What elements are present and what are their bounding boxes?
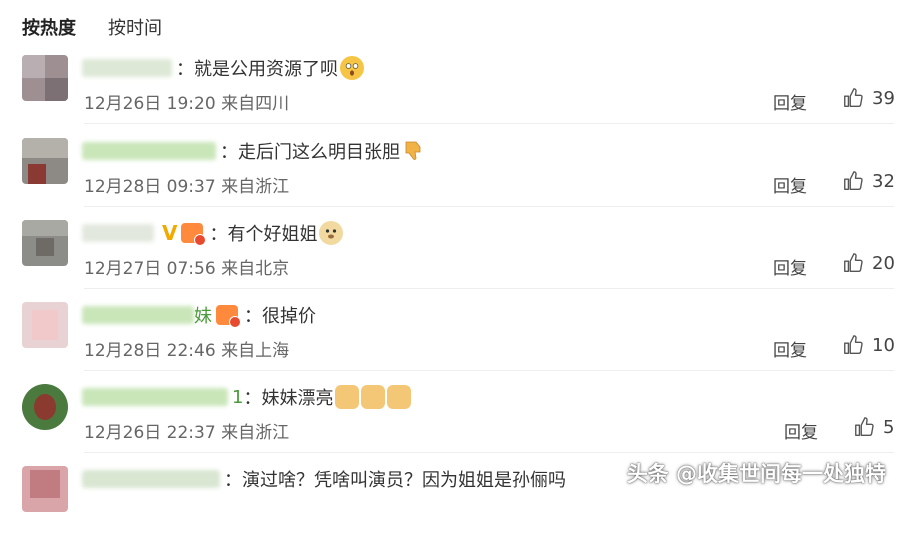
username-blurred[interactable] (82, 59, 172, 77)
username-visible-part[interactable]: 1 (232, 387, 243, 408)
divider (84, 370, 894, 371)
comment-meta: 12月26日 22:37 来自浙江 (84, 418, 289, 443)
comment-text: ：演过啥？凭啥叫演员？因为姐姐是孙俪吗 (224, 470, 566, 491)
fan-medal-icon (216, 305, 241, 328)
comment-location: 来自北京 (221, 259, 290, 279)
divider (84, 123, 894, 124)
comment-item: ：就是公用资源了呗 12月26日 19:20 来自四川 回复 39 (0, 55, 904, 137)
comment-meta: 12月28日 09:37 来自浙江 (84, 172, 289, 197)
comment-location: 来自上海 (221, 341, 290, 361)
thumbs-down-icon (402, 139, 426, 163)
thumbs-up-emoji-icon (387, 385, 412, 409)
comment-text-line: ：走后门这么明目张胆 (220, 138, 426, 164)
avatar[interactable] (22, 220, 68, 266)
comment-text: ：很掉价 (244, 306, 316, 327)
comment-text-line: ：就是公用资源了呗 (176, 55, 364, 81)
like-button[interactable]: 5 (853, 416, 894, 438)
like-button[interactable]: 32 (842, 170, 895, 192)
username-blurred[interactable] (82, 142, 216, 160)
comment-time: 12月26日 22:37 (84, 423, 216, 443)
like-count: 5 (883, 416, 895, 438)
comment-item: ：走后门这么明目张胆 12月28日 09:37 来自浙江 回复 32 (0, 138, 904, 220)
username-blurred[interactable] (82, 470, 220, 488)
comment-location: 来自浙江 (221, 423, 290, 443)
like-button[interactable]: 20 (842, 252, 895, 274)
comment-text: ：有个好姐姐 (209, 224, 318, 245)
username-visible-part[interactable]: 妹 (194, 302, 212, 328)
like-count: 10 (872, 334, 895, 356)
comment-time: 12月27日 07:56 (84, 259, 216, 279)
verified-v-icon: V (162, 221, 178, 245)
reply-button[interactable]: 回复 (773, 172, 807, 197)
thumbs-up-icon (844, 171, 863, 190)
sort-tabs: 按热度 按时间 (22, 13, 194, 41)
comment-item: 1 ：妹妹漂亮 12月26日 22:37 来自浙江 回复 5 (0, 384, 904, 466)
comment-item: 妹 ：很掉价 12月28日 22:46 来自上海 回复 10 (0, 302, 904, 384)
like-count: 20 (872, 252, 895, 274)
comment-meta: 12月27日 07:56 来自北京 (84, 254, 289, 279)
reply-button[interactable]: 回复 (773, 336, 807, 361)
comment-text-line: ：演过啥？凭啥叫演员？因为姐姐是孙俪吗 (224, 466, 566, 492)
divider (84, 206, 894, 207)
reply-button[interactable]: 回复 (773, 254, 807, 279)
reply-button[interactable]: 回复 (773, 89, 807, 114)
thumbs-up-icon (855, 417, 874, 436)
comment-text-line: 1 ：妹妹漂亮 (232, 384, 412, 410)
watermark: 头条 @收集世间每一处独特 (626, 462, 886, 486)
thumbs-up-emoji-icon (361, 385, 386, 409)
comment-location: 来自四川 (221, 94, 290, 114)
username-blurred[interactable] (82, 388, 228, 406)
shocked-face-icon (340, 56, 364, 80)
like-button[interactable]: 39 (842, 87, 895, 109)
tab-by-popularity[interactable]: 按热度 (22, 14, 76, 40)
comment-item: V ：有个好姐姐 12月27日 07:56 来自北京 回复 20 (0, 220, 904, 302)
comment-text: ：就是公用资源了呗 (176, 59, 338, 80)
fan-medal-icon (181, 223, 207, 246)
divider (84, 288, 894, 289)
username-blurred[interactable] (82, 306, 194, 324)
thumbs-up-icon (844, 253, 863, 272)
comment-meta: 12月28日 22:46 来自上海 (84, 336, 289, 361)
doge-icon (319, 221, 344, 245)
thumbs-up-icon (844, 335, 863, 354)
comment-time: 12月26日 19:20 (84, 94, 216, 114)
comment-text-line: 妹 ：很掉价 (194, 302, 316, 328)
thumbs-up-icon (844, 88, 863, 107)
thumbs-up-emoji-icon (335, 385, 360, 409)
comment-time: 12月28日 09:37 (84, 177, 216, 197)
avatar[interactable] (22, 138, 68, 184)
comment-location: 来自浙江 (221, 177, 290, 197)
like-count: 39 (872, 87, 895, 109)
tab-by-time[interactable]: 按时间 (108, 14, 162, 40)
comment-text: ：妹妹漂亮 (243, 388, 334, 409)
reply-button[interactable]: 回复 (784, 418, 818, 443)
comment-text-line: V ：有个好姐姐 (160, 220, 344, 246)
comment-text: ：走后门这么明目张胆 (220, 142, 400, 163)
divider (84, 452, 894, 453)
avatar[interactable] (22, 466, 68, 512)
avatar[interactable] (22, 55, 68, 101)
comment-meta: 12月26日 19:20 来自四川 (84, 89, 289, 114)
comment-time: 12月28日 22:46 (84, 341, 216, 361)
avatar[interactable] (22, 302, 68, 348)
avatar[interactable] (22, 384, 68, 430)
like-count: 32 (872, 170, 895, 192)
username-blurred[interactable] (82, 224, 154, 242)
like-button[interactable]: 10 (842, 334, 895, 356)
